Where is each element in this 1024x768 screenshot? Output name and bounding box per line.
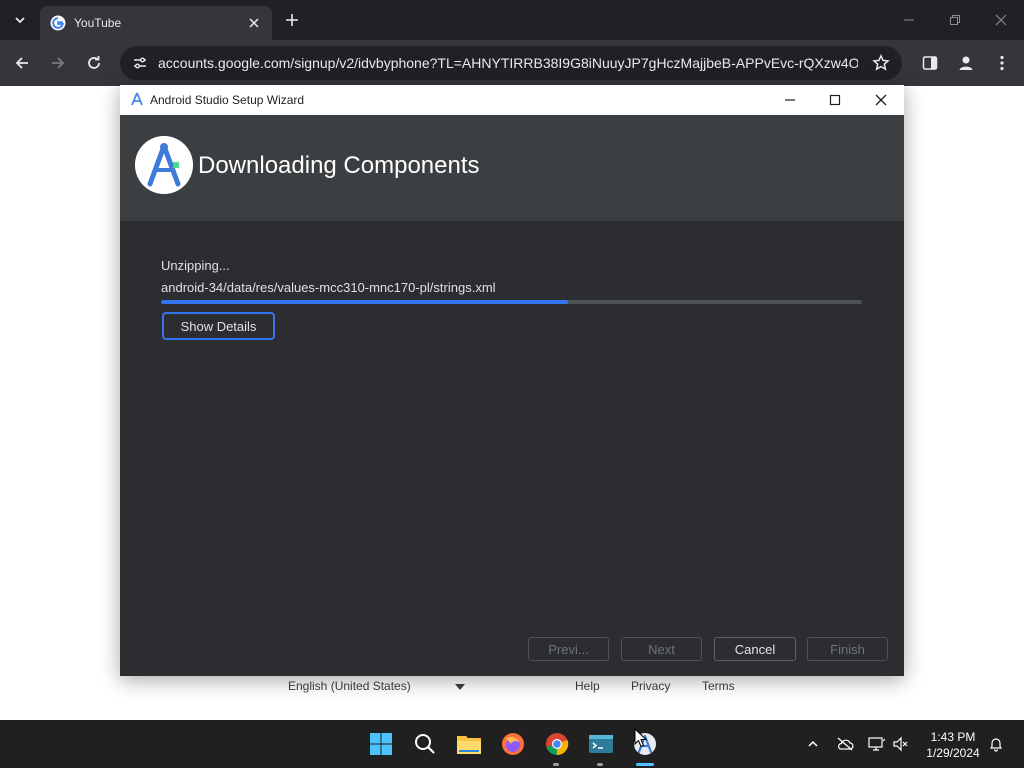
side-panel-icon [922,56,938,70]
chrome-icon[interactable] [543,730,571,758]
status-text: Unzipping... [161,258,230,273]
browser-toolbar: accounts.google.com/signup/v2/idvbyphone… [0,40,1024,86]
dialog-titlebar[interactable]: Android Studio Setup Wizard [120,85,904,115]
dialog-heading: Downloading Components [198,152,480,179]
dialog-header: Downloading Components [120,115,904,221]
browser-minimize-button[interactable] [897,8,921,32]
volume-muted-icon[interactable] [891,734,911,754]
previous-button[interactable]: Previ... [528,637,609,661]
progress-bar [161,300,862,304]
footer-link-help[interactable]: Help [575,679,600,693]
minimize-icon [785,99,795,101]
dialog-title: Android Studio Setup Wizard [150,93,305,107]
chevron-down-icon [15,17,25,24]
tab-close-button[interactable] [246,15,262,31]
close-icon [995,14,1007,26]
clock-time: 1:43 PM [930,730,976,744]
bookmark-star-icon[interactable] [872,54,890,72]
onedrive-icon[interactable] [835,734,855,754]
terminal-running-indicator [597,763,603,766]
plus-icon [286,14,298,26]
firefox-icon[interactable] [499,730,527,758]
kebab-menu-icon [1000,55,1004,71]
browser-menu-button[interactable] [990,51,1014,75]
browser-tabstrip: YouTube [0,0,1024,40]
maximize-icon [829,94,841,106]
address-url: accounts.google.com/signup/v2/idvbyphone… [158,55,858,71]
file-explorer-icon[interactable] [455,730,483,758]
arrow-left-icon [15,57,28,69]
footer-link-terms[interactable]: Terms [702,679,735,693]
progress-bar-fill [161,300,568,304]
next-button[interactable]: Next [621,637,702,661]
address-bar[interactable]: accounts.google.com/signup/v2/idvbyphone… [120,46,902,80]
language-selector[interactable]: English (United States) [288,679,411,693]
show-details-button[interactable]: Show Details [162,312,275,340]
terminal-icon[interactable] [587,730,615,758]
notification-bell-icon[interactable] [986,734,1006,754]
browser-restore-button[interactable] [943,8,967,32]
footer-link-privacy[interactable]: Privacy [631,679,670,693]
close-icon [875,94,887,106]
dialog-close-button[interactable] [869,89,893,111]
dialog-body: Unzipping... android-34/data/res/values-… [120,221,904,676]
reload-button[interactable] [82,51,106,75]
android-studio-active-indicator [636,763,654,766]
taskbar: 1:43 PM 1/29/2024 [0,720,1024,768]
cancel-button[interactable]: Cancel [714,637,796,661]
forward-button[interactable] [46,51,70,75]
mouse-cursor-icon [634,728,648,748]
close-icon [249,18,259,28]
profile-icon [959,56,973,70]
reload-icon [88,56,100,69]
minimize-icon [904,19,914,21]
tab-title: YouTube [74,16,122,30]
restore-icon [950,15,960,25]
dropdown-caret-icon[interactable] [455,684,465,690]
android-studio-logo-icon [135,136,193,194]
tab-search-button[interactable] [8,8,32,32]
dialog-minimize-button[interactable] [778,89,802,111]
site-info-icon[interactable] [130,53,150,73]
android-studio-icon [131,92,143,106]
back-button[interactable] [10,51,34,75]
arrow-right-icon [52,57,65,69]
windows-start-icon[interactable] [367,730,395,758]
google-icon [50,15,66,31]
search-icon[interactable] [411,730,439,758]
browser-close-button[interactable] [989,8,1013,32]
profile-button[interactable] [954,51,978,75]
current-file-text: android-34/data/res/values-mcc310-mnc170… [161,280,496,295]
dialog-maximize-button[interactable] [823,89,847,111]
side-panel-button[interactable] [918,51,942,75]
chevron-up-icon[interactable] [803,734,823,754]
finish-button[interactable]: Finish [807,637,888,661]
system-clock[interactable]: 1:43 PM 1/29/2024 [918,729,988,761]
chrome-running-indicator [553,763,559,766]
clock-date: 1/29/2024 [926,746,980,760]
browser-tab[interactable]: YouTube [40,6,272,40]
setup-wizard-dialog: Android Studio Setup Wizard Downloading … [120,85,904,676]
new-tab-button[interactable] [282,10,302,30]
network-icon[interactable] [867,734,887,754]
